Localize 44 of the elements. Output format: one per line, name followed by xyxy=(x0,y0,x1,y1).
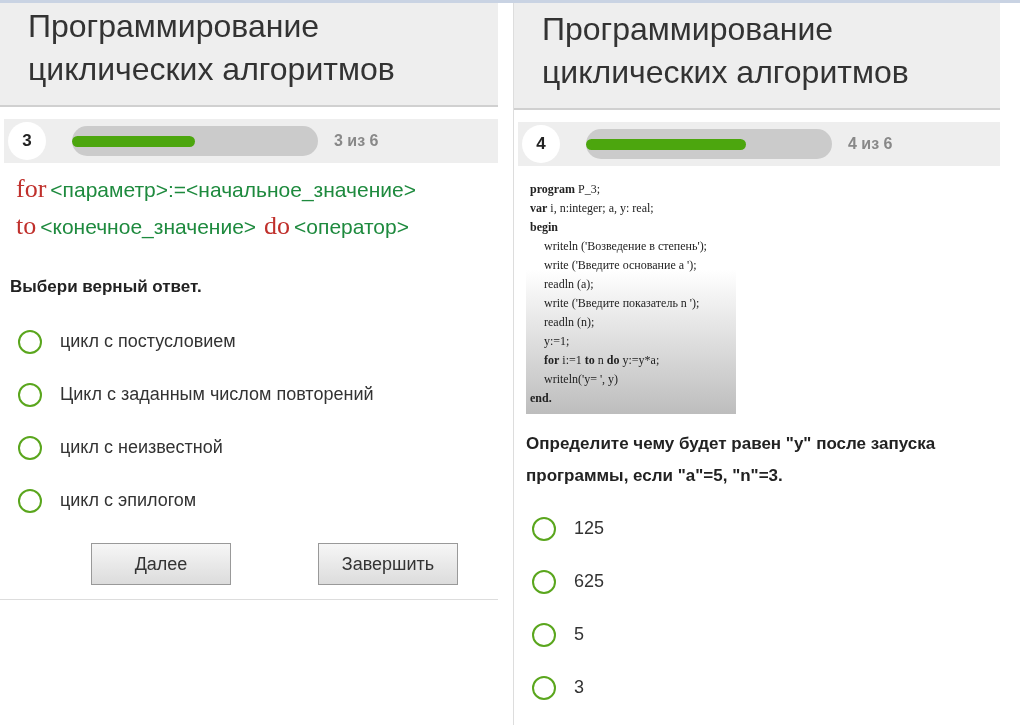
radio-button[interactable] xyxy=(18,488,42,513)
radio-button[interactable] xyxy=(532,622,556,647)
code-line: readln (n); xyxy=(544,314,596,331)
keyword: for xyxy=(16,174,47,203)
question-text: Выбери верный ответ. xyxy=(9,276,203,298)
answer-option[interactable]: цикл с эпилогом xyxy=(18,474,197,527)
code-line: writeln('y= ', y) xyxy=(544,371,620,388)
answer-option[interactable]: 125 xyxy=(532,502,605,555)
radio-button[interactable] xyxy=(18,329,42,354)
radio-button[interactable] xyxy=(532,516,556,541)
radio-button[interactable] xyxy=(532,675,556,700)
answer-option[interactable]: 625 xyxy=(532,555,605,608)
progress-label: 4 из 6 xyxy=(848,135,893,153)
syntax-text: <параметр>:=<начальное_значение> xyxy=(50,178,416,201)
answer-option[interactable]: 3 xyxy=(532,661,584,714)
syntax-text: <конечное_значение> xyxy=(40,215,257,238)
code-line: var i, n:integer; a, y: real; xyxy=(530,200,655,217)
code-line: writeln ('Возведение в степень'); xyxy=(544,238,708,255)
code-line: write ('Введите основание a '); xyxy=(544,257,698,274)
question-number: 3 xyxy=(8,122,46,160)
keyword: do xyxy=(264,211,291,240)
answer-option[interactable]: цикл с неизвестной xyxy=(18,421,223,474)
code-line: begin xyxy=(530,219,559,236)
code-line: readln (a); xyxy=(544,276,595,293)
code-line: for i:=1 to n do y:=y*a; xyxy=(544,352,661,369)
code-line: write ('Введите показатель n '); xyxy=(544,295,701,312)
radio-button[interactable] xyxy=(18,435,42,460)
code-line: y:=1; xyxy=(544,333,571,350)
next-button[interactable]: Далее xyxy=(91,543,231,585)
code-line: program P_3; xyxy=(530,181,602,198)
code-line: end. xyxy=(530,390,553,407)
progress-label: 3 из 6 xyxy=(334,132,379,150)
finish-button[interactable]: Завершить xyxy=(318,543,458,585)
answer-option[interactable]: 5 xyxy=(532,608,584,661)
syntax-text: <оператор> xyxy=(294,215,409,238)
radio-button[interactable] xyxy=(532,569,556,594)
question-number: 4 xyxy=(522,125,560,163)
page-title: Программирование циклических алгоритмов xyxy=(542,10,910,92)
question-text: Определите чему будет равен "y" после запуска программы, если "a"=5, "n"=3. xyxy=(525,433,937,487)
answer-option[interactable]: Цикл с заданным числом повторений xyxy=(18,368,374,421)
answer-option[interactable]: цикл с постусловием xyxy=(18,315,236,368)
radio-button[interactable] xyxy=(18,382,42,407)
page-title: Программирование циклических алгоритмов xyxy=(28,7,396,89)
keyword: to xyxy=(16,211,37,240)
